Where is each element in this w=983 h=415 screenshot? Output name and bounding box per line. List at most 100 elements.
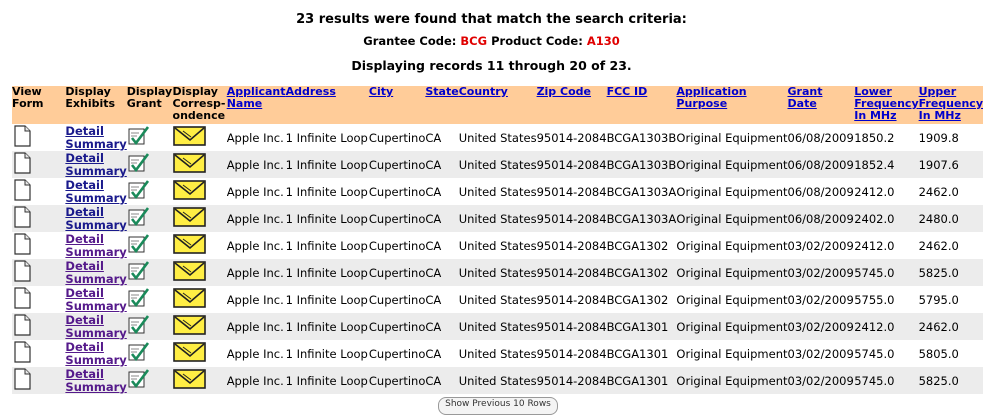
certificate-check-icon[interactable] <box>127 233 149 258</box>
certificate-check-icon[interactable] <box>127 125 149 150</box>
document-icon[interactable] <box>12 152 32 177</box>
certificate-check-icon[interactable] <box>127 260 149 285</box>
sort-state-link[interactable]: State <box>425 85 458 98</box>
view-form-cell[interactable] <box>12 313 66 340</box>
detail-summary-link[interactable]: Detail Summary <box>65 259 126 286</box>
cell-applicant: Apple Inc. <box>226 205 286 232</box>
view-form-cell[interactable] <box>12 367 66 394</box>
display-correspondence-cell[interactable] <box>172 340 227 367</box>
display-grant-cell[interactable] <box>126 151 173 178</box>
col-grant-date[interactable]: Grant Date <box>787 85 855 124</box>
display-grant-cell[interactable] <box>127 178 173 205</box>
sort-upper-frequency-link[interactable]: Upper Frequency In MHz <box>919 85 983 122</box>
view-form-cell[interactable] <box>12 151 66 178</box>
display-correspondence-cell[interactable] <box>172 232 227 259</box>
display-correspondence-cell[interactable] <box>172 259 227 286</box>
detail-summary-link[interactable]: Detail Summary <box>65 232 126 259</box>
col-upper-frequency[interactable]: Upper Frequency In MHz <box>918 85 983 124</box>
cell-country: United States <box>458 238 537 253</box>
sort-lower-frequency-link[interactable]: Lower Frequency In MHz <box>854 85 918 122</box>
view-form-cell[interactable] <box>12 178 65 205</box>
col-address[interactable]: Address <box>285 85 369 124</box>
envelope-icon[interactable] <box>172 125 207 150</box>
cell-state: CA <box>425 130 442 145</box>
certificate-check-icon[interactable] <box>127 287 149 312</box>
col-state[interactable]: State <box>425 85 459 124</box>
sort-applicant-link[interactable]: Applicant Name <box>227 85 286 110</box>
certificate-check-icon[interactable] <box>127 341 149 366</box>
sort-purpose-link[interactable]: Application Purpose <box>676 85 746 110</box>
certificate-check-icon[interactable] <box>127 206 149 231</box>
view-form-cell[interactable] <box>12 205 66 232</box>
document-icon[interactable] <box>12 287 32 312</box>
col-zip-code[interactable]: Zip Code <box>536 85 607 124</box>
view-form-cell[interactable] <box>12 232 65 259</box>
detail-summary-link[interactable]: Detail Summary <box>65 340 126 367</box>
view-form-cell[interactable] <box>12 259 66 286</box>
certificate-check-icon[interactable] <box>127 179 149 204</box>
sort-city-link[interactable]: City <box>369 85 393 98</box>
display-correspondence-cell[interactable] <box>172 151 227 178</box>
display-grant-cell[interactable] <box>126 259 173 286</box>
document-icon[interactable] <box>12 341 32 366</box>
col-city[interactable]: City <box>368 85 426 124</box>
sort-grant-date-link[interactable]: Grant Date <box>788 85 823 110</box>
certificate-check-icon[interactable] <box>127 152 149 177</box>
envelope-icon[interactable] <box>172 233 207 258</box>
envelope-icon[interactable] <box>172 341 207 366</box>
display-grant-cell[interactable] <box>127 232 173 259</box>
document-icon[interactable] <box>12 125 32 150</box>
col-lower-frequency[interactable]: Lower Frequency In MHz <box>854 85 919 124</box>
detail-summary-link[interactable]: Detail Summary <box>65 205 126 232</box>
col-application-purpose[interactable]: Application Purpose <box>676 85 788 124</box>
display-correspondence-cell[interactable] <box>172 313 227 340</box>
detail-summary-link[interactable]: Detail Summary <box>65 367 126 394</box>
sort-address-link[interactable]: Address <box>286 85 336 98</box>
document-icon[interactable] <box>12 179 32 204</box>
envelope-icon[interactable] <box>172 152 207 177</box>
show-previous-button[interactable]: Show Previous 10 Rows <box>438 397 558 415</box>
display-grant-cell[interactable] <box>126 205 173 232</box>
display-grant-cell[interactable] <box>127 286 173 313</box>
sort-fcc-id-link[interactable]: FCC ID <box>607 85 648 98</box>
cell-upper: 2462.0 <box>918 313 983 340</box>
display-correspondence-cell[interactable] <box>172 367 227 394</box>
detail-summary-link[interactable]: Detail Summary <box>65 178 126 205</box>
display-correspondence-cell[interactable] <box>172 286 227 313</box>
envelope-icon[interactable] <box>172 260 207 285</box>
document-icon[interactable] <box>12 314 32 339</box>
detail-summary-link[interactable]: Detail Summary <box>65 124 126 151</box>
detail-summary-link[interactable]: Detail Summary <box>65 151 126 178</box>
envelope-icon[interactable] <box>172 287 207 312</box>
display-grant-cell[interactable] <box>127 124 173 151</box>
document-icon[interactable] <box>12 368 32 393</box>
col-fcc-id[interactable]: FCC ID <box>606 85 677 124</box>
view-form-cell[interactable] <box>12 286 65 313</box>
cell-fcc-id: BCGA1303B <box>606 151 677 178</box>
display-grant-cell[interactable] <box>127 340 173 367</box>
envelope-icon[interactable] <box>172 368 207 393</box>
certificate-check-icon[interactable] <box>127 368 149 393</box>
display-grant-cell[interactable] <box>126 313 173 340</box>
cell-country: United States <box>458 130 537 145</box>
sort-country-link[interactable]: Country <box>459 85 508 98</box>
envelope-icon[interactable] <box>172 179 207 204</box>
document-icon[interactable] <box>12 206 32 231</box>
col-country[interactable]: Country <box>458 85 537 124</box>
document-icon[interactable] <box>12 260 32 285</box>
display-correspondence-cell[interactable] <box>172 178 227 205</box>
view-form-cell[interactable] <box>12 340 65 367</box>
detail-summary-link[interactable]: Detail Summary <box>65 313 126 340</box>
view-form-cell[interactable] <box>12 124 65 151</box>
display-correspondence-cell[interactable] <box>172 205 227 232</box>
document-icon[interactable] <box>12 233 32 258</box>
envelope-icon[interactable] <box>172 206 207 231</box>
display-correspondence-cell[interactable] <box>172 124 227 151</box>
cell-city: Cupertino <box>368 205 426 232</box>
col-applicant-name[interactable]: Applicant Name <box>226 85 286 124</box>
display-grant-cell[interactable] <box>126 367 173 394</box>
envelope-icon[interactable] <box>172 314 207 339</box>
detail-summary-link[interactable]: Detail Summary <box>65 286 126 313</box>
sort-zip-link[interactable]: Zip Code <box>537 85 591 98</box>
certificate-check-icon[interactable] <box>127 314 149 339</box>
